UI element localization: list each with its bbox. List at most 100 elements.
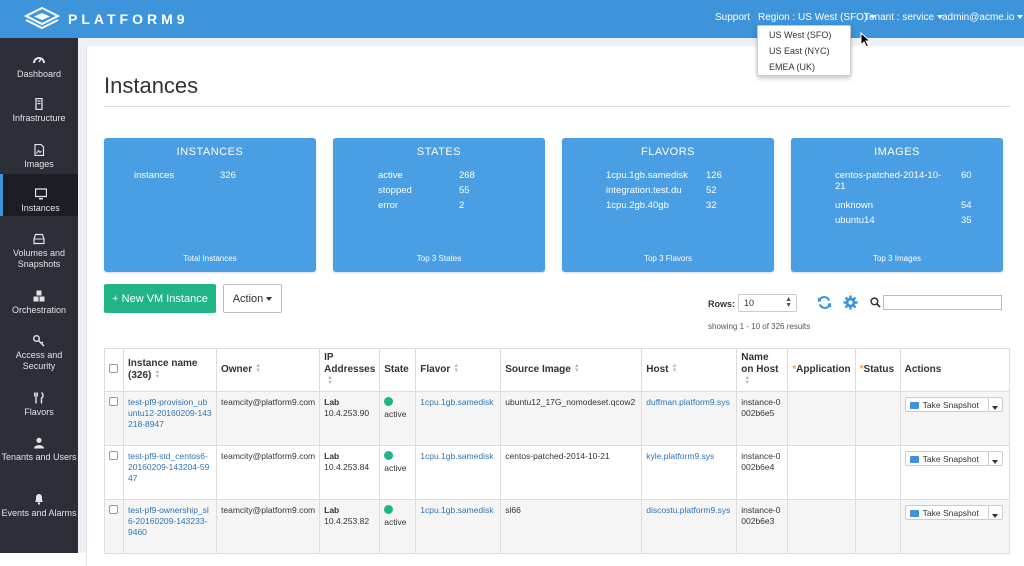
flavors-icon xyxy=(34,392,44,404)
column-host[interactable]: Host ▲ ▼ xyxy=(641,348,738,392)
state-cell: active xyxy=(379,499,417,554)
sidebar-item-instances[interactable]: Instances xyxy=(0,174,78,216)
column-state[interactable]: State xyxy=(379,348,417,392)
row-checkbox[interactable] xyxy=(109,451,118,460)
row-select-cell xyxy=(104,499,124,554)
host-link[interactable]: duffman.platform9.sys xyxy=(646,397,729,407)
column-ip-addresses[interactable]: IP Addresses▲ ▼ xyxy=(319,348,381,392)
sidebar-item-tenants[interactable]: Tenants and Users xyxy=(0,437,78,473)
flavor-cell: 1cpu.1gb.samedisk xyxy=(415,499,502,554)
new-vm-instance-button[interactable]: + New VM Instance xyxy=(104,284,216,313)
status-dot-icon xyxy=(384,505,394,514)
ip-address: 10.4.253.84 xyxy=(324,462,370,472)
sidebar-item-label: Instances xyxy=(21,203,60,213)
flavor-link[interactable]: 1cpu.1gb.samedisk xyxy=(420,397,493,407)
sidebar-item-flavors[interactable]: Flavors xyxy=(0,392,78,422)
instance-name-cell: test-pf9-provision_ubuntu12-20160209-143… xyxy=(123,391,217,446)
instance-name-link[interactable]: test-pf9-provision_ubuntu12-20160209-143… xyxy=(128,397,212,429)
brand-name: PLATFORM9 xyxy=(68,11,189,27)
card-title: FLAVORS xyxy=(640,146,696,158)
sidebar-item-images[interactable]: Images xyxy=(0,144,78,174)
application-cell xyxy=(787,391,856,446)
sidebar-item-events[interactable]: Events and Alarms xyxy=(0,493,78,529)
select-all-header xyxy=(104,348,124,392)
card-title: STATES xyxy=(416,146,462,158)
column-flavor[interactable]: Flavor ▲ ▼ xyxy=(415,348,502,392)
region-selector[interactable]: Region : US West (SFO) xyxy=(758,12,877,23)
take-snapshot-button[interactable]: Take Snapshot xyxy=(904,505,989,520)
region-label: Region : US West (SFO) xyxy=(758,12,868,23)
region-option-emea[interactable]: EMEA (UK) xyxy=(769,62,815,72)
row-checkbox[interactable] xyxy=(109,397,118,406)
table-header-row: Instance name (326) ▲ ▼ Owner ▲ ▼ IP Address… xyxy=(104,348,1011,392)
brand-logo[interactable]: PLATFORM9 xyxy=(24,7,185,29)
source-image-cell: sl66 xyxy=(500,499,643,554)
sidebar-item-access[interactable]: Access and Security xyxy=(0,335,78,371)
select-all-checkbox[interactable] xyxy=(109,363,118,373)
rows-value: 10 xyxy=(744,298,755,308)
flavor-link[interactable]: 1cpu.1gb.samedisk xyxy=(420,451,493,461)
action-dropdown-button[interactable]: Action xyxy=(223,284,282,313)
card-row: integration.test.du 52 xyxy=(606,185,776,200)
sidebar-item-orchestration[interactable]: Orchestration xyxy=(0,290,78,320)
owner-cell: teamcity@platform9.com xyxy=(215,499,321,554)
column-instance-name[interactable]: Instance name (326) ▲ ▼ xyxy=(123,348,217,392)
ip-cell: Lab 10.4.253.90 xyxy=(319,391,381,446)
column-source-image[interactable]: Source Image ▲ ▼ xyxy=(500,348,643,392)
instance-name-link[interactable]: test-pf9-ownership_sl6-20160209-143233-9… xyxy=(128,505,209,537)
search-input[interactable] xyxy=(883,295,1002,310)
search-icon xyxy=(870,297,881,308)
instance-name-link[interactable]: test-pf9-std_centos6-20160209-143204-594… xyxy=(128,451,209,483)
snapshot-options-button[interactable] xyxy=(988,397,1003,412)
support-link[interactable]: Support xyxy=(715,12,750,23)
snapshot-options-button[interactable] xyxy=(988,451,1003,466)
monitor-icon xyxy=(34,188,47,200)
sidebar-item-label: Flavors xyxy=(24,407,54,417)
region-option-us-east[interactable]: US East (NYC) xyxy=(769,46,830,56)
drive-icon xyxy=(33,233,45,245)
source-image-cell: centos-patched-2014-10-21 xyxy=(500,445,643,500)
take-snapshot-button[interactable]: Take Snapshot xyxy=(904,397,989,412)
tenant-label: Tenant : service xyxy=(864,12,935,23)
chevron-down-icon xyxy=(992,513,999,518)
column-application[interactable]: *Application xyxy=(787,348,856,392)
region-dropdown-menu: US West (SFO) US East (NYC) EMEA (UK) xyxy=(757,25,851,76)
ip-address: 10.4.253.90 xyxy=(324,408,370,418)
card-row: ubuntu14 35 xyxy=(835,215,1005,230)
card-row: instances 326 xyxy=(134,170,304,185)
name-on-host-cell: instance-0002b6e3 xyxy=(736,499,789,554)
row-checkbox[interactable] xyxy=(109,505,118,514)
sort-icon: ▲ ▼ xyxy=(744,375,751,387)
host-link[interactable]: discostu.platform9.sys xyxy=(646,505,730,515)
take-snapshot-button[interactable]: Take Snapshot xyxy=(904,451,989,466)
column-name-on-host[interactable]: Name on Host▲ ▼ xyxy=(736,348,789,392)
dashboard-icon xyxy=(33,57,45,64)
column-status[interactable]: *Status xyxy=(854,348,901,392)
source-image-cell: ubuntu12_17G_nomodeset.qcow2 xyxy=(500,391,643,446)
sidebar-item-dashboard[interactable]: Dashboard xyxy=(0,54,78,84)
owner-cell: teamcity@platform9.com xyxy=(215,445,321,500)
user-menu[interactable]: admin@acme.io xyxy=(942,12,1024,23)
sidebar-item-infrastructure[interactable]: Infrastructure xyxy=(0,98,78,128)
sidebar-item-volumes[interactable]: Volumes and Snapshots xyxy=(0,233,78,269)
rows-per-page-select[interactable]: 10 ▲ ▼ xyxy=(738,294,797,312)
owner-cell: teamcity@platform9.com xyxy=(215,391,321,446)
host-link[interactable]: kyle.platform9.sys xyxy=(646,451,714,461)
tenant-selector[interactable]: Tenant : service xyxy=(864,12,944,23)
sort-icon: ▲ ▼ xyxy=(327,375,334,387)
card-row-value: 126 xyxy=(706,170,722,181)
state-cell: active xyxy=(379,391,417,446)
region-option-us-west[interactable]: US West (SFO) xyxy=(769,30,831,40)
key-icon xyxy=(33,335,45,347)
column-owner[interactable]: Owner ▲ ▼ xyxy=(215,348,321,392)
up-down-arrows-icon: ▲ ▼ xyxy=(785,296,792,309)
snapshot-options-button[interactable] xyxy=(988,505,1003,520)
ip-cell: Lab 10.4.253.84 xyxy=(319,445,381,500)
flavor-cell: 1cpu.1gb.samedisk xyxy=(415,445,502,500)
gear-icon[interactable] xyxy=(843,295,858,310)
card-row: 1cpu.2gb.40gb 32 xyxy=(606,200,776,215)
refresh-icon[interactable] xyxy=(817,295,832,310)
card-row-value: 35 xyxy=(961,215,972,226)
card-row: active 268 xyxy=(378,170,548,185)
flavor-link[interactable]: 1cpu.1gb.samedisk xyxy=(420,505,493,515)
